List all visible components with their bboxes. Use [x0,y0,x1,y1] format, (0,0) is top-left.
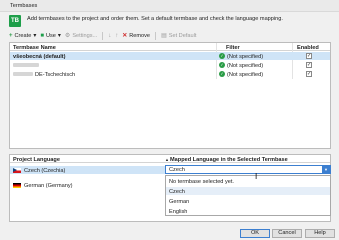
termbase-name: všeobecná (default) [13,53,66,60]
language-dropdown-list: No termbase selected yet. Czech German E… [165,175,331,216]
combo-value: Czech [169,167,185,173]
language-name: German (Germany) [24,182,73,189]
move-up-button[interactable]: ↑ [115,33,118,39]
czech-flag-icon [13,167,21,173]
gear-icon: ⚙ [64,33,71,39]
chevron-down-icon: ▾ [57,33,61,39]
remove-label: Remove [129,33,151,39]
delete-icon: ✕ [122,33,128,39]
settings-button[interactable]: ⚙ Settings... [65,33,97,39]
mapped-language-combo[interactable]: Czech ▼ [165,165,331,174]
toolbar: + Create ▾ ■ Use ▾ ⚙ Settings... ↓ ↑ ✕ R… [9,31,329,41]
text-cursor-icon: I [255,172,258,181]
termbase-filter: (Not specified) [227,53,264,60]
chevron-down-icon[interactable]: ▼ [322,166,330,173]
column-project-language[interactable]: Project Language [13,157,60,163]
option-label: English [169,208,188,215]
language-row[interactable]: Czech (Czechia) [10,166,170,174]
column-filter[interactable]: Filter [226,45,240,51]
termbase-name: DE-Tschechisch [35,71,76,78]
enabled-checkbox[interactable]: ✓ [306,71,312,77]
check-circle-icon: ✓ [219,53,225,59]
create-button[interactable]: + Create ▾ [9,33,36,39]
termbase-filter: (Not specified) [227,62,264,69]
option-label: No termbase selected yet. [169,178,234,185]
language-name: Czech (Czechia) [24,167,66,174]
arrow-down-icon: ↓ [108,33,112,39]
column-mapped-language[interactable]: Mapped Language in the Selected Termbase [170,157,288,163]
table-header: Termbase Name Filter Enabled [10,43,330,51]
language-row[interactable]: German (Germany) [10,181,170,189]
dropdown-option[interactable]: No termbase selected yet. [166,177,330,185]
table-header: Project Language ▲ Mapped Language in th… [10,155,330,163]
table-row[interactable]: všeobecná (default) ✓ (Not specified) ✓ [10,52,330,60]
use-label: Use [45,33,56,39]
default-icon: ▤ [161,33,167,39]
enabled-checkbox[interactable]: ✓ [306,53,312,59]
german-flag-icon [13,182,21,188]
remove-button[interactable]: ✕ Remove [122,33,150,39]
help-button[interactable]: Help [305,229,335,238]
termbase-filter: (Not specified) [227,71,264,78]
toolbar-separator [155,32,157,40]
termbase-small-icon: ■ [40,33,44,39]
toolbar-separator [102,32,104,40]
enabled-checkbox[interactable]: ✓ [306,62,312,68]
settings-label: Settings... [72,33,98,39]
dropdown-option[interactable]: Czech [166,187,330,195]
dropdown-option[interactable]: English [166,207,330,215]
use-button[interactable]: ■ Use ▾ [40,33,61,39]
column-termbase-name[interactable]: Termbase Name [13,45,56,51]
header-description: Add termbases to the project and order t… [27,16,283,22]
check-circle-icon: ✓ [219,62,225,68]
window-title: Termbases [10,3,38,9]
termbase-icon: TB [9,15,21,27]
termbase-table: Termbase Name Filter Enabled všeobecná (… [9,42,331,149]
dropdown-option[interactable]: German [166,197,330,205]
redacted-prefix [13,72,33,76]
create-label: Create [14,33,32,39]
chevron-down-icon: ▾ [33,33,37,39]
option-label: German [169,198,190,205]
table-row[interactable]: ✓ (Not specified) ✓ [10,61,330,69]
ok-button[interactable]: OK [240,229,270,238]
column-enabled[interactable]: Enabled [297,45,319,51]
arrow-up-icon: ↑ [115,33,119,39]
sort-arrow-icon: ▲ [165,157,169,162]
plus-icon: + [9,33,13,39]
check-circle-icon: ✓ [219,71,225,77]
option-label: Czech [169,188,185,195]
move-down-button[interactable]: ↓ [108,33,111,39]
set-default-label: Set Default [168,33,197,39]
set-default-button[interactable]: ▤ Set Default [161,33,196,39]
table-row[interactable]: DE-Tschechisch ✓ (Not specified) ✓ [10,70,330,78]
window-title-bar: Termbases [0,0,339,11]
redacted-name [13,63,39,67]
title-divider [0,11,339,12]
cancel-button[interactable]: Cancel [272,229,302,238]
